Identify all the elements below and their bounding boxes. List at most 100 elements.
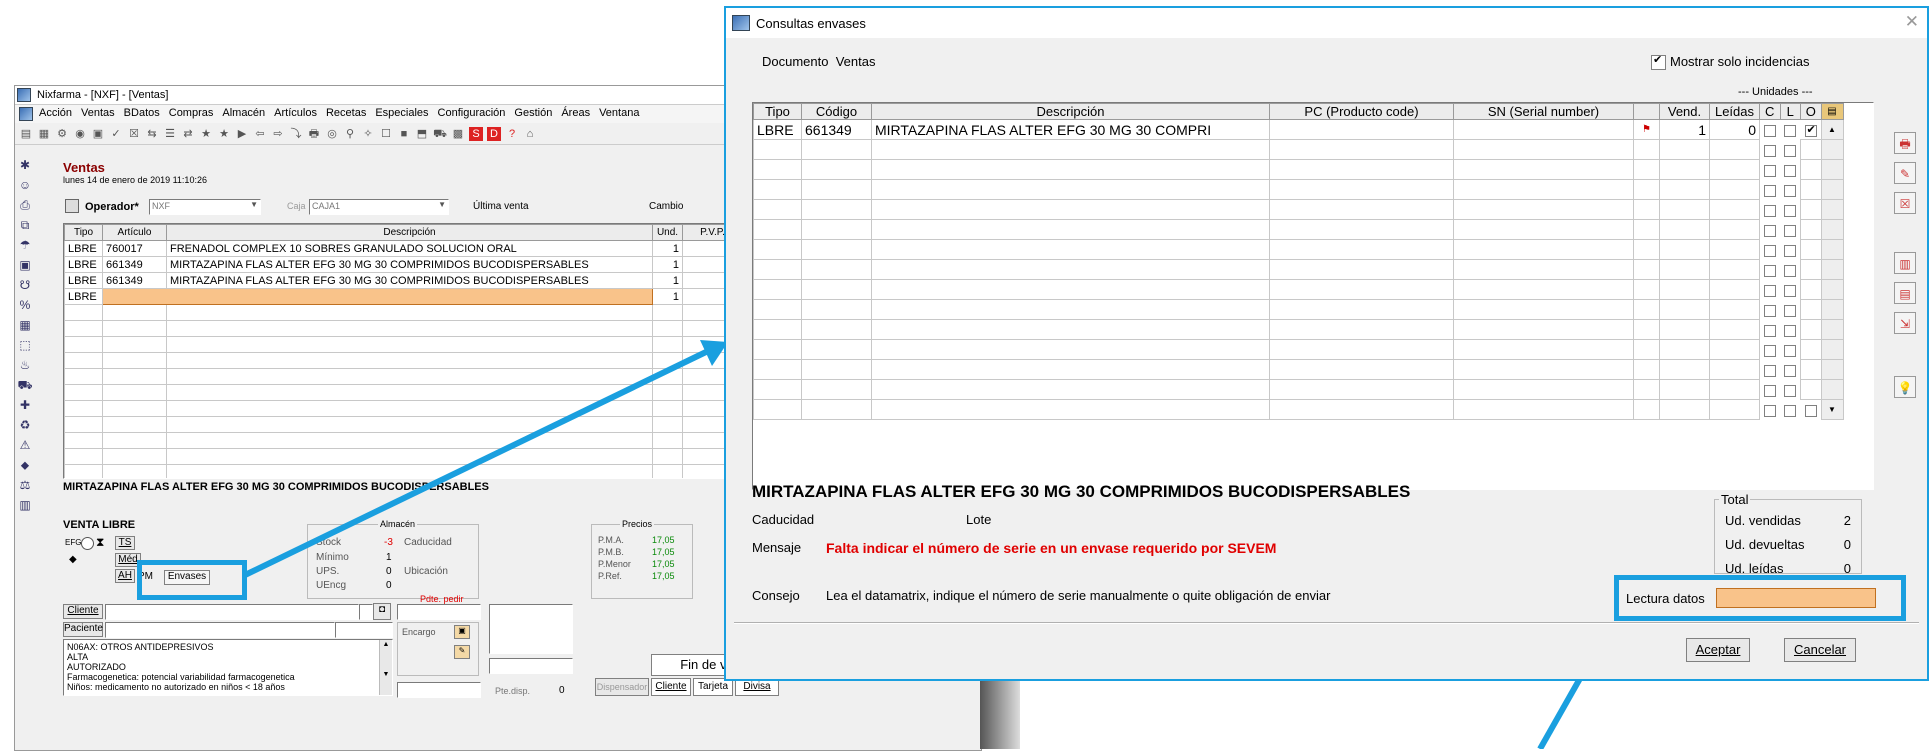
- side-nav-icon[interactable]: ☂: [17, 238, 33, 253]
- c-checkbox[interactable]: [1764, 384, 1776, 397]
- cliente-button[interactable]: Cliente: [63, 604, 103, 619]
- col-codigo[interactable]: Código: [801, 103, 872, 120]
- mostrar-incidencias-checkbox[interactable]: [1651, 53, 1666, 70]
- toolbar-icon[interactable]: ?: [505, 127, 519, 141]
- l-checkbox[interactable]: [1784, 284, 1796, 297]
- side-nav-icon[interactable]: ▥: [17, 498, 33, 513]
- side-nav-icon[interactable]: ♻: [17, 418, 33, 433]
- l-checkbox[interactable]: [1784, 164, 1796, 177]
- close-icon[interactable]: ✕: [1905, 12, 1919, 32]
- menu-item-5[interactable]: Artículos: [274, 107, 317, 119]
- side-nav-icon[interactable]: %: [17, 298, 33, 313]
- l-checkbox[interactable]: [1784, 364, 1796, 377]
- table-row[interactable]: [64, 368, 743, 385]
- col-descripcion[interactable]: Descripción: [871, 103, 1270, 120]
- col-sn[interactable]: SN (Serial number): [1453, 103, 1634, 120]
- toolbar-icon[interactable]: 🖶: [307, 127, 321, 141]
- menu-item-7[interactable]: Especiales: [375, 107, 428, 119]
- encargo-edit-icon[interactable]: ✎: [454, 645, 470, 659]
- l-checkbox[interactable]: [1784, 344, 1796, 357]
- side-nav-icon[interactable]: ☋: [17, 278, 33, 293]
- toolbar-icon[interactable]: ⌂: [523, 127, 537, 141]
- col-tipo[interactable]: Tipo: [64, 224, 103, 241]
- l-checkbox[interactable]: [1784, 244, 1796, 257]
- encargo-icon[interactable]: ▣: [454, 625, 470, 639]
- side-nav-icon[interactable]: ⬚: [17, 338, 33, 353]
- table-row[interactable]: [64, 336, 743, 353]
- menu-item-3[interactable]: Compras: [169, 107, 214, 119]
- table-row[interactable]: [64, 384, 743, 401]
- caja-select[interactable]: CAJA1 ▼: [309, 199, 449, 215]
- table-row[interactable]: LBRE 760017 FRENADOL COMPLEX 10 SOBRES G…: [64, 240, 743, 257]
- c-checkbox[interactable]: [1764, 144, 1776, 157]
- table-row[interactable]: [753, 279, 1844, 300]
- side-nav-icon[interactable]: ☺: [17, 178, 33, 193]
- toolbar-icon[interactable]: ⇆: [145, 127, 159, 141]
- menu-item-0[interactable]: Acción: [39, 107, 72, 119]
- c-checkbox[interactable]: [1764, 304, 1776, 317]
- toolbar-icon[interactable]: ▤: [19, 127, 33, 141]
- table-row[interactable]: [753, 359, 1844, 380]
- c-checkbox[interactable]: [1764, 264, 1776, 277]
- cancelar-button[interactable]: Cancelar: [1784, 638, 1856, 662]
- toolbar-icon[interactable]: ★: [199, 127, 213, 141]
- l-checkbox[interactable]: [1784, 125, 1796, 138]
- table-row[interactable]: ▼: [753, 399, 1844, 420]
- c-checkbox[interactable]: [1764, 184, 1776, 197]
- print-icon[interactable]: 🖶: [1894, 132, 1916, 154]
- delete-icon[interactable]: ☒: [1894, 192, 1916, 214]
- side-nav-icon[interactable]: ⎙: [17, 198, 33, 213]
- table-row[interactable]: [64, 304, 743, 321]
- toolbar-icon[interactable]: ▦: [37, 127, 51, 141]
- table-row[interactable]: [64, 416, 743, 433]
- table-row[interactable]: [64, 352, 743, 369]
- toolbar-icon[interactable]: ■: [397, 127, 411, 141]
- table-row[interactable]: [753, 339, 1844, 360]
- table-row[interactable]: [64, 432, 743, 449]
- table-row[interactable]: [753, 219, 1844, 240]
- table-row[interactable]: [64, 320, 743, 337]
- l-checkbox[interactable]: [1784, 304, 1796, 317]
- table-row[interactable]: [753, 199, 1844, 220]
- toolbar-icon[interactable]: ▩: [451, 127, 465, 141]
- c-checkbox[interactable]: [1764, 125, 1776, 138]
- menu-item-1[interactable]: Ventas: [81, 107, 115, 119]
- toolbar-icon[interactable]: ☒: [127, 127, 141, 141]
- camera-icon[interactable]: ◘: [373, 603, 391, 620]
- col-articulo[interactable]: Artículo: [102, 224, 167, 241]
- toolbar-icon[interactable]: ⚲: [343, 127, 357, 141]
- c-checkbox[interactable]: [1764, 244, 1776, 257]
- notes-scrollbar[interactable]: ▲ ▼: [379, 640, 392, 695]
- toolbar-icon[interactable]: ⬒: [415, 127, 429, 141]
- menu-item-4[interactable]: Almacén: [222, 107, 265, 119]
- toolbar-icon[interactable]: ▣: [91, 127, 105, 141]
- toolbar-icon[interactable]: ✧: [361, 127, 375, 141]
- col-l[interactable]: L: [1779, 103, 1801, 120]
- toolbar-icon[interactable]: ☐: [379, 127, 393, 141]
- aceptar-button[interactable]: Aceptar: [1686, 638, 1750, 662]
- paciente-button[interactable]: Paciente: [63, 622, 103, 637]
- col-tipo[interactable]: Tipo: [753, 103, 802, 120]
- table-row[interactable]: [753, 299, 1844, 320]
- c-checkbox[interactable]: [1764, 364, 1776, 377]
- o-checkbox[interactable]: [1804, 123, 1817, 137]
- menu-item-6[interactable]: Recetas: [326, 107, 366, 119]
- col-vend[interactable]: Vend.: [1659, 103, 1710, 120]
- menu-item-10[interactable]: Áreas: [561, 107, 590, 119]
- toolbar-icon[interactable]: ▶: [235, 127, 249, 141]
- edit-icon[interactable]: ✎: [1894, 162, 1916, 184]
- side-nav-icon[interactable]: ▣: [17, 258, 33, 273]
- toolbar-icon[interactable]: ★: [217, 127, 231, 141]
- toolbar-icon[interactable]: ⇨: [271, 127, 285, 141]
- diamond-icon[interactable]: ◆: [69, 554, 77, 565]
- menu-item-8[interactable]: Configuración: [438, 107, 506, 119]
- o-checkbox[interactable]: [1804, 405, 1817, 418]
- toolbar-icon[interactable]: S: [469, 127, 483, 141]
- toolbar-icon[interactable]: ⛟: [433, 127, 447, 141]
- toolbar-icon[interactable]: ◉: [73, 127, 87, 141]
- l-checkbox[interactable]: [1784, 384, 1796, 397]
- side-nav-icon[interactable]: ⧉: [17, 218, 33, 233]
- table-row[interactable]: [64, 400, 743, 417]
- l-checkbox[interactable]: [1784, 224, 1796, 237]
- grid-settings-icon[interactable]: ▤: [1820, 103, 1844, 120]
